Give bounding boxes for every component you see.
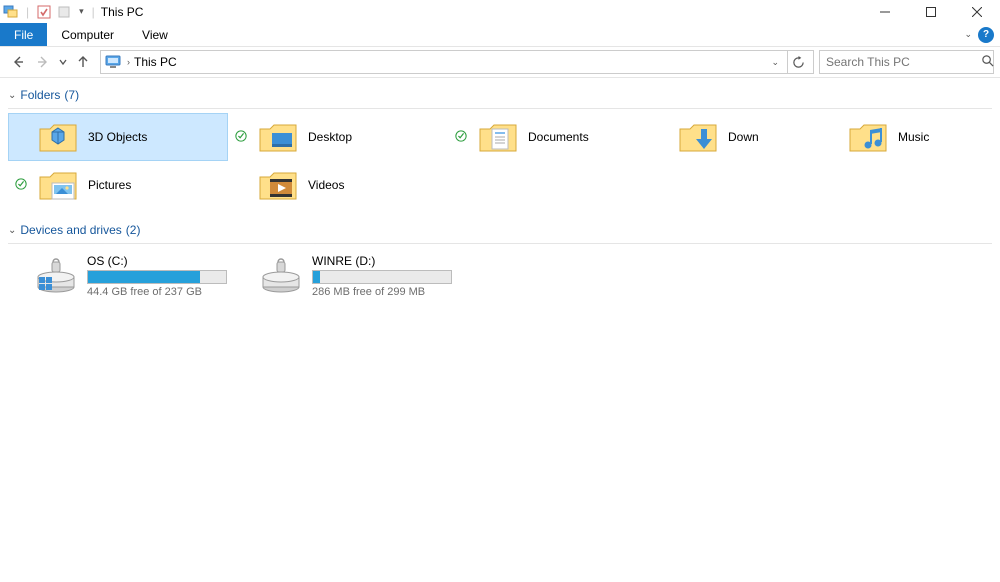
drive-label: OS (C:) xyxy=(87,254,227,268)
drive-os-icon xyxy=(35,254,77,296)
folder-videos[interactable]: Videos xyxy=(228,161,448,209)
folder-3d-objects[interactable]: 3D Objects xyxy=(8,113,228,161)
recent-locations-button[interactable] xyxy=(56,50,70,74)
drive-info: OS (C:) 44.4 GB free of 237 GB xyxy=(87,254,227,298)
group-label: Folders xyxy=(20,88,60,102)
tab-computer[interactable]: Computer xyxy=(47,23,128,46)
content-area: ⌄ Folders (7) 3D Objects Desktop Documen… xyxy=(0,78,1000,308)
drive-c[interactable]: OS (C:) 44.4 GB free of 237 GB xyxy=(8,248,233,304)
help-icon[interactable]: ? xyxy=(978,27,994,43)
chevron-right-icon[interactable]: › xyxy=(127,57,130,67)
drive-d[interactable]: WINRE (D:) 286 MB free of 299 MB xyxy=(233,248,458,304)
drive-info: WINRE (D:) 286 MB free of 299 MB xyxy=(312,254,452,298)
address-bar[interactable]: › This PC ⌄ xyxy=(100,50,814,74)
drive-free-text: 44.4 GB free of 237 GB xyxy=(87,286,227,298)
folder-pictures[interactable]: Pictures xyxy=(8,161,228,209)
folder-documents-icon xyxy=(478,117,518,157)
tab-view[interactable]: View xyxy=(128,23,182,46)
folder-downloads-icon xyxy=(678,117,718,157)
drive-label: WINRE (D:) xyxy=(312,254,452,268)
ribbon-tabs: File Computer View ⌄ ? xyxy=(0,23,1000,47)
group-header-folders[interactable]: ⌄ Folders (7) xyxy=(8,82,992,109)
drives-grid: OS (C:) 44.4 GB free of 237 GB WINRE (D:… xyxy=(8,248,992,304)
folder-label: Desktop xyxy=(308,130,352,144)
folder-label: Music xyxy=(898,130,929,144)
maximize-button[interactable] xyxy=(908,0,954,23)
folder-label: Down xyxy=(728,130,759,144)
folder-videos-icon xyxy=(258,165,298,205)
search-box[interactable] xyxy=(819,50,994,74)
search-icon[interactable] xyxy=(981,54,994,70)
tab-file[interactable]: File xyxy=(0,23,47,46)
ribbon-collapse-icon[interactable]: ⌄ xyxy=(964,29,972,40)
folder-label: Pictures xyxy=(88,178,131,192)
folder-label: Videos xyxy=(308,178,344,192)
drive-winre-icon xyxy=(260,254,302,296)
group-count: (7) xyxy=(64,88,79,102)
folder-label: Documents xyxy=(528,130,589,144)
separator: | xyxy=(26,5,29,19)
folders-grid: 3D Objects Desktop Documents Down xyxy=(8,113,992,209)
folder-music[interactable]: Music xyxy=(818,113,978,161)
folder-documents[interactable]: Documents xyxy=(448,113,648,161)
search-input[interactable] xyxy=(826,55,981,69)
folder-label: 3D Objects xyxy=(88,130,147,144)
folder-desktop-icon xyxy=(258,117,298,157)
sync-check-icon xyxy=(454,130,468,145)
chevron-down-icon: ⌄ xyxy=(8,90,16,101)
sync-check-icon xyxy=(234,130,248,145)
drive-usage-bar xyxy=(312,270,452,284)
quick-access-toolbar: | ▾ xyxy=(2,3,88,21)
close-button[interactable] xyxy=(954,0,1000,23)
drive-free-text: 286 MB free of 299 MB xyxy=(312,286,452,298)
window-title: This PC xyxy=(101,5,144,19)
folder-music-icon xyxy=(848,117,888,157)
title-bar: | ▾ | This PC xyxy=(0,0,1000,23)
ribbon-right: ⌄ ? xyxy=(964,23,1000,46)
folder-3d-icon xyxy=(38,117,78,157)
qat-dropdown-icon[interactable]: ▾ xyxy=(79,6,84,17)
group-header-drives[interactable]: ⌄ Devices and drives (2) xyxy=(8,217,992,244)
minimize-button[interactable] xyxy=(862,0,908,23)
up-button[interactable] xyxy=(71,50,95,74)
folder-downloads[interactable]: Down xyxy=(648,113,818,161)
address-dropdown-icon[interactable]: ⌄ xyxy=(767,57,783,68)
breadcrumb[interactable]: This PC xyxy=(134,55,177,69)
drive-usage-bar xyxy=(87,270,227,284)
group-label: Devices and drives xyxy=(20,223,121,237)
back-button[interactable] xyxy=(6,50,30,74)
refresh-button[interactable] xyxy=(787,51,809,73)
properties-icon[interactable] xyxy=(35,3,53,21)
app-icon xyxy=(2,3,20,21)
folder-desktop[interactable]: Desktop xyxy=(228,113,448,161)
chevron-down-icon: ⌄ xyxy=(8,225,16,236)
navigation-bar: › This PC ⌄ xyxy=(0,47,1000,78)
group-count: (2) xyxy=(126,223,141,237)
folder-pictures-icon xyxy=(38,165,78,205)
window-controls xyxy=(862,0,1000,23)
this-pc-icon xyxy=(105,54,123,70)
new-folder-icon[interactable] xyxy=(55,3,73,21)
sync-check-icon xyxy=(14,178,28,193)
separator: | xyxy=(92,5,95,19)
forward-button[interactable] xyxy=(31,50,55,74)
